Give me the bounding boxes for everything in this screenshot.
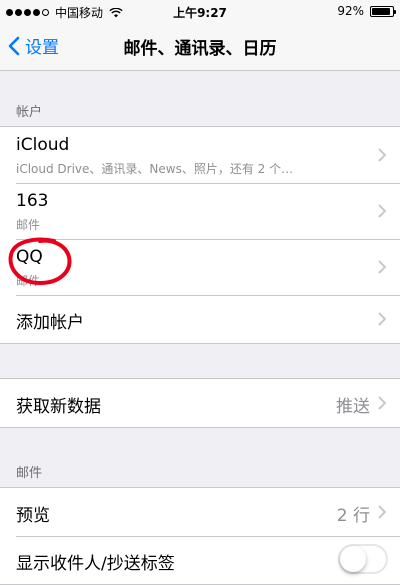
chevron-right-icon xyxy=(378,148,386,162)
accounts-list: iCloud iCloud Drive、通讯录、News、照片，还有 2 个… … xyxy=(0,126,400,344)
add-account-label: 添加帐户 xyxy=(16,313,84,333)
account-row-qq[interactable]: QQ 邮件 xyxy=(0,239,400,295)
account-title: iCloud xyxy=(16,135,70,155)
account-subtitle: 邮件 xyxy=(16,274,41,288)
account-row-163[interactable]: 163 邮件 xyxy=(0,183,400,239)
battery-percent: 92% xyxy=(337,4,364,18)
account-subtitle: 邮件 xyxy=(16,218,41,232)
show-to-cc-toggle[interactable] xyxy=(338,544,388,574)
account-row-icloud[interactable]: iCloud iCloud Drive、通讯录、News、照片，还有 2 个… xyxy=(0,127,400,183)
chevron-right-icon xyxy=(378,312,386,326)
chevron-right-icon xyxy=(378,204,386,218)
add-account-row[interactable]: 添加帐户 xyxy=(0,295,400,343)
chevron-right-icon xyxy=(378,260,386,274)
toggle-knob xyxy=(340,546,366,572)
chevron-right-icon xyxy=(378,396,386,410)
battery-icon xyxy=(370,5,396,17)
show-to-cc-row: 显示收件人/抄送标签 xyxy=(0,536,400,584)
preview-row[interactable]: 预览 2 行 xyxy=(0,488,400,536)
accounts-section-header: 帐户 xyxy=(16,105,43,120)
status-bar: 中国移动 上午9:27 92% xyxy=(0,0,400,22)
page-title: 邮件、通讯录、日历 xyxy=(123,39,277,59)
show-to-cc-label: 显示收件人/抄送标签 xyxy=(16,554,175,574)
preview-label: 预览 xyxy=(16,506,50,526)
account-title: 163 xyxy=(16,191,49,211)
mail-section-header: 邮件 xyxy=(16,466,43,481)
preview-value: 2 行 xyxy=(336,506,370,526)
mail-settings-list: 预览 2 行 显示收件人/抄送标签 xyxy=(0,487,400,585)
account-title: QQ xyxy=(16,247,43,267)
account-subtitle: iCloud Drive、通讯录、News、照片，还有 2 个… xyxy=(16,162,294,176)
fetch-new-data-row[interactable]: 获取新数据 推送 xyxy=(0,379,400,427)
chevron-right-icon xyxy=(378,505,386,519)
navigation-bar: 设置 邮件、通讯录、日历 xyxy=(0,22,400,71)
fetch-new-data-label: 获取新数据 xyxy=(16,397,101,417)
status-right: 92% xyxy=(337,4,396,18)
fetch-new-data-value: 推送 xyxy=(336,397,370,417)
fetch-group: 获取新数据 推送 xyxy=(0,378,400,428)
